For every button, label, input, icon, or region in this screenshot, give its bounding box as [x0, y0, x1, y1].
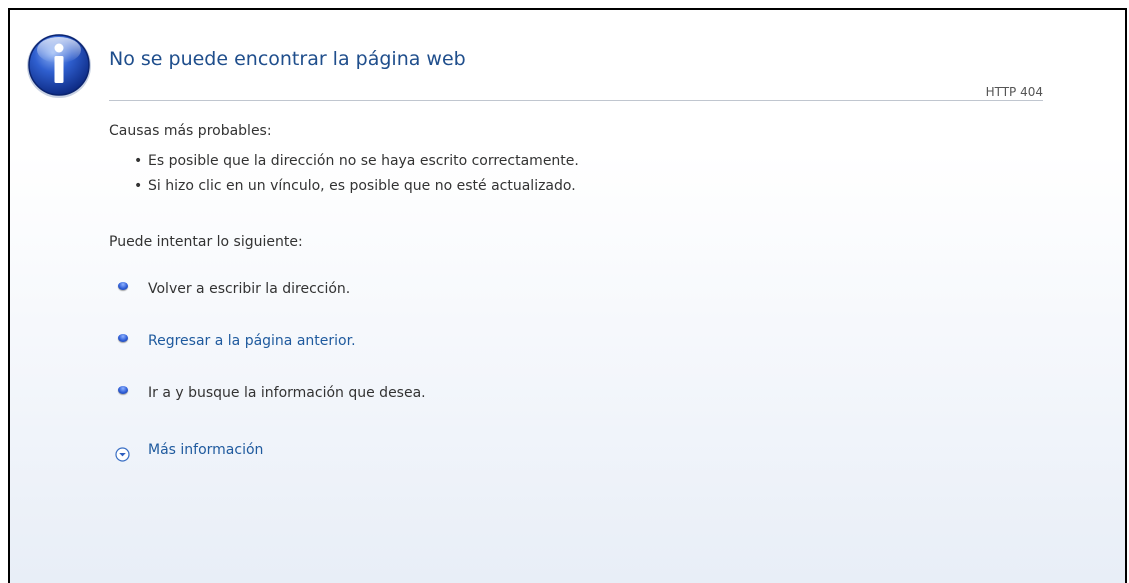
error-page: No se puede encontrar la página web HTTP…: [8, 8, 1127, 583]
cause-text: Es posible que la dirección no se haya e…: [148, 153, 579, 169]
causes-heading: Causas más probables:: [109, 123, 272, 139]
title-divider: [109, 100, 1043, 101]
bullet-dot: •: [134, 153, 143, 169]
bullet-dot: •: [134, 178, 143, 194]
blue-bullet-icon: [118, 282, 128, 290]
suggestion-goto-text: Ir a y busque la información que desea.: [148, 385, 426, 401]
causes-list: • Es posible que la dirección no se haya …: [134, 152, 579, 202]
back-link[interactable]: Regresar a la página anterior.: [148, 333, 356, 349]
info-icon: [27, 34, 91, 98]
more-info-link[interactable]: Más información: [148, 442, 263, 458]
blue-bullet-icon: [118, 334, 128, 342]
status-code: HTTP 404: [985, 85, 1043, 99]
page-title: No se puede encontrar la página web: [109, 48, 466, 70]
list-item: • Si hizo clic en un vínculo, es posible …: [134, 177, 579, 202]
cause-text: Si hizo clic en un vínculo, es posible q…: [148, 178, 576, 194]
chevron-down-circle-icon[interactable]: [115, 447, 130, 462]
list-item: • Es posible que la dirección no se haya …: [134, 152, 579, 177]
suggestion-retype-text: Volver a escribir la dirección.: [148, 281, 351, 297]
suggestions-heading: Puede intentar lo siguiente:: [109, 234, 303, 250]
blue-bullet-icon: [118, 386, 128, 394]
